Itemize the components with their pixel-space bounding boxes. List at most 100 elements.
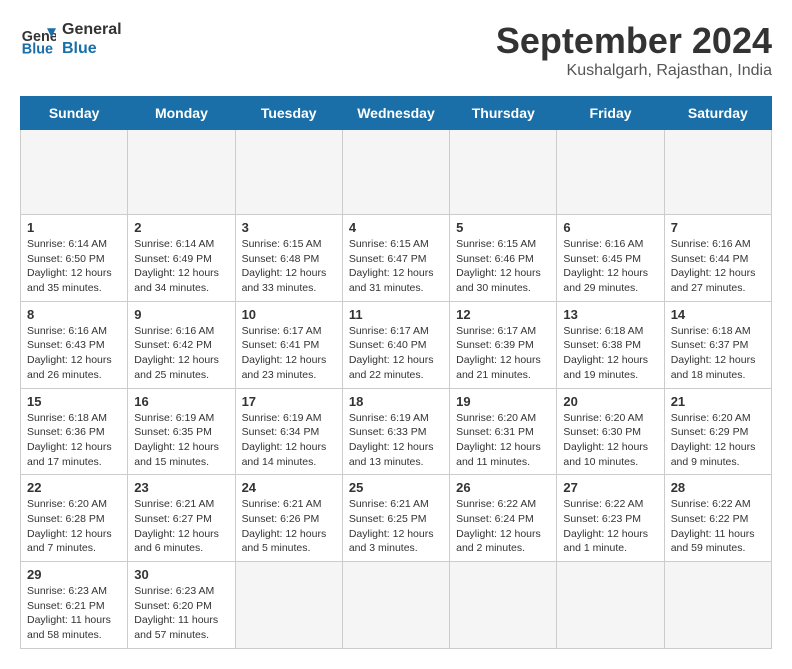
day-number: 7	[671, 220, 765, 235]
day-number: 16	[134, 394, 228, 409]
day-info: Sunrise: 6:23 AM Sunset: 6:20 PM Dayligh…	[134, 584, 228, 643]
calendar-cell: 30 Sunrise: 6:23 AM Sunset: 6:20 PM Dayli…	[128, 562, 235, 649]
calendar-cell: 12 Sunrise: 6:17 AM Sunset: 6:39 PM Dayli…	[450, 301, 557, 388]
day-number: 5	[456, 220, 550, 235]
calendar-cell: 7 Sunrise: 6:16 AM Sunset: 6:44 PM Daylig…	[664, 215, 771, 302]
calendar-cell: 26Sunrise: 6:22 AM Sunset: 6:24 PM Dayli…	[450, 475, 557, 562]
day-info: Sunrise: 6:17 AM Sunset: 6:39 PM Dayligh…	[456, 324, 550, 383]
location: Kushalgarh, Rajasthan, India	[496, 62, 772, 80]
day-info: Sunrise: 6:17 AM Sunset: 6:41 PM Dayligh…	[242, 324, 336, 383]
calendar-cell: 9 Sunrise: 6:16 AM Sunset: 6:42 PM Daylig…	[128, 301, 235, 388]
col-header-friday: Friday	[557, 97, 664, 130]
week-row-6: 29 Sunrise: 6:23 AM Sunset: 6:21 PM Dayli…	[21, 562, 772, 649]
col-header-monday: Monday	[128, 97, 235, 130]
calendar-cell: 2Sunrise: 6:14 AM Sunset: 6:49 PM Daylig…	[128, 215, 235, 302]
day-number: 30	[134, 567, 228, 582]
day-number: 6	[563, 220, 657, 235]
day-info: Sunrise: 6:19 AM Sunset: 6:35 PM Dayligh…	[134, 411, 228, 470]
col-header-saturday: Saturday	[664, 97, 771, 130]
title-block: September 2024 Kushalgarh, Rajasthan, In…	[496, 20, 772, 80]
calendar-cell: 27 Sunrise: 6:22 AM Sunset: 6:23 PM Dayli…	[557, 475, 664, 562]
day-number: 12	[456, 307, 550, 322]
day-info: Sunrise: 6:15 AM Sunset: 6:48 PM Dayligh…	[242, 237, 336, 296]
calendar-cell: 23 Sunrise: 6:21 AM Sunset: 6:27 PM Dayli…	[128, 475, 235, 562]
week-row-3: 8 Sunrise: 6:16 AM Sunset: 6:43 PM Daylig…	[21, 301, 772, 388]
day-number: 27	[563, 480, 657, 495]
day-number: 19	[456, 394, 550, 409]
day-info: Sunrise: 6:16 AM Sunset: 6:42 PM Dayligh…	[134, 324, 228, 383]
calendar-cell: 22Sunrise: 6:20 AM Sunset: 6:28 PM Dayli…	[21, 475, 128, 562]
day-number: 25	[349, 480, 443, 495]
calendar-cell: 4 Sunrise: 6:15 AM Sunset: 6:47 PM Daylig…	[342, 215, 449, 302]
day-number: 11	[349, 307, 443, 322]
calendar-cell: 13 Sunrise: 6:18 AM Sunset: 6:38 PM Dayli…	[557, 301, 664, 388]
day-info: Sunrise: 6:22 AM Sunset: 6:24 PM Dayligh…	[456, 497, 550, 556]
day-number: 1	[27, 220, 121, 235]
day-number: 10	[242, 307, 336, 322]
calendar-cell: 8 Sunrise: 6:16 AM Sunset: 6:43 PM Daylig…	[21, 301, 128, 388]
calendar-cell	[342, 130, 449, 215]
calendar-cell	[342, 562, 449, 649]
calendar-cell	[21, 130, 128, 215]
logo-line2: Blue	[62, 39, 122, 58]
day-info: Sunrise: 6:17 AM Sunset: 6:40 PM Dayligh…	[349, 324, 443, 383]
day-info: Sunrise: 6:16 AM Sunset: 6:44 PM Dayligh…	[671, 237, 765, 296]
logo-icon: General Blue	[20, 21, 56, 57]
day-number: 13	[563, 307, 657, 322]
day-info: Sunrise: 6:15 AM Sunset: 6:47 PM Dayligh…	[349, 237, 443, 296]
day-info: Sunrise: 6:20 AM Sunset: 6:31 PM Dayligh…	[456, 411, 550, 470]
calendar-cell: 5 Sunrise: 6:15 AM Sunset: 6:46 PM Daylig…	[450, 215, 557, 302]
calendar-cell	[450, 562, 557, 649]
day-info: Sunrise: 6:18 AM Sunset: 6:38 PM Dayligh…	[563, 324, 657, 383]
day-info: Sunrise: 6:19 AM Sunset: 6:34 PM Dayligh…	[242, 411, 336, 470]
col-header-thursday: Thursday	[450, 97, 557, 130]
day-number: 23	[134, 480, 228, 495]
day-number: 8	[27, 307, 121, 322]
week-row-1	[21, 130, 772, 215]
day-number: 29	[27, 567, 121, 582]
day-info: Sunrise: 6:21 AM Sunset: 6:27 PM Dayligh…	[134, 497, 228, 556]
day-info: Sunrise: 6:22 AM Sunset: 6:23 PM Dayligh…	[563, 497, 657, 556]
calendar-cell	[664, 562, 771, 649]
calendar-cell	[235, 130, 342, 215]
day-info: Sunrise: 6:18 AM Sunset: 6:37 PM Dayligh…	[671, 324, 765, 383]
day-info: Sunrise: 6:14 AM Sunset: 6:50 PM Dayligh…	[27, 237, 121, 296]
day-number: 28	[671, 480, 765, 495]
day-number: 17	[242, 394, 336, 409]
calendar-cell	[664, 130, 771, 215]
week-row-4: 15Sunrise: 6:18 AM Sunset: 6:36 PM Dayli…	[21, 388, 772, 475]
calendar-cell: 6Sunrise: 6:16 AM Sunset: 6:45 PM Daylig…	[557, 215, 664, 302]
day-number: 9	[134, 307, 228, 322]
calendar-cell: 21 Sunrise: 6:20 AM Sunset: 6:29 PM Dayli…	[664, 388, 771, 475]
calendar-header: SundayMondayTuesdayWednesdayThursdayFrid…	[21, 97, 772, 130]
calendar-cell	[557, 562, 664, 649]
day-number: 21	[671, 394, 765, 409]
calendar-cell	[450, 130, 557, 215]
calendar-cell	[128, 130, 235, 215]
calendar-table: SundayMondayTuesdayWednesdayThursdayFrid…	[20, 96, 772, 649]
calendar-cell: 11 Sunrise: 6:17 AM Sunset: 6:40 PM Dayli…	[342, 301, 449, 388]
calendar-cell: 18Sunrise: 6:19 AM Sunset: 6:33 PM Dayli…	[342, 388, 449, 475]
day-info: Sunrise: 6:16 AM Sunset: 6:43 PM Dayligh…	[27, 324, 121, 383]
week-row-5: 22Sunrise: 6:20 AM Sunset: 6:28 PM Dayli…	[21, 475, 772, 562]
calendar-cell: 24Sunrise: 6:21 AM Sunset: 6:26 PM Dayli…	[235, 475, 342, 562]
calendar-cell: 28 Sunrise: 6:22 AM Sunset: 6:22 PM Dayli…	[664, 475, 771, 562]
calendar-cell: 17 Sunrise: 6:19 AM Sunset: 6:34 PM Dayli…	[235, 388, 342, 475]
day-info: Sunrise: 6:21 AM Sunset: 6:25 PM Dayligh…	[349, 497, 443, 556]
day-number: 22	[27, 480, 121, 495]
calendar-cell: 25 Sunrise: 6:21 AM Sunset: 6:25 PM Dayli…	[342, 475, 449, 562]
day-info: Sunrise: 6:15 AM Sunset: 6:46 PM Dayligh…	[456, 237, 550, 296]
day-info: Sunrise: 6:23 AM Sunset: 6:21 PM Dayligh…	[27, 584, 121, 643]
day-info: Sunrise: 6:20 AM Sunset: 6:29 PM Dayligh…	[671, 411, 765, 470]
month-title: September 2024	[496, 20, 772, 62]
calendar-cell: 1 Sunrise: 6:14 AM Sunset: 6:50 PM Daylig…	[21, 215, 128, 302]
page-header: General Blue General Blue September 2024…	[20, 20, 772, 80]
day-number: 15	[27, 394, 121, 409]
day-number: 4	[349, 220, 443, 235]
day-info: Sunrise: 6:22 AM Sunset: 6:22 PM Dayligh…	[671, 497, 765, 556]
calendar-body: 1 Sunrise: 6:14 AM Sunset: 6:50 PM Daylig…	[21, 130, 772, 649]
calendar-cell: 14Sunrise: 6:18 AM Sunset: 6:37 PM Dayli…	[664, 301, 771, 388]
calendar-cell: 19 Sunrise: 6:20 AM Sunset: 6:31 PM Dayli…	[450, 388, 557, 475]
calendar-cell: 15Sunrise: 6:18 AM Sunset: 6:36 PM Dayli…	[21, 388, 128, 475]
day-info: Sunrise: 6:21 AM Sunset: 6:26 PM Dayligh…	[242, 497, 336, 556]
